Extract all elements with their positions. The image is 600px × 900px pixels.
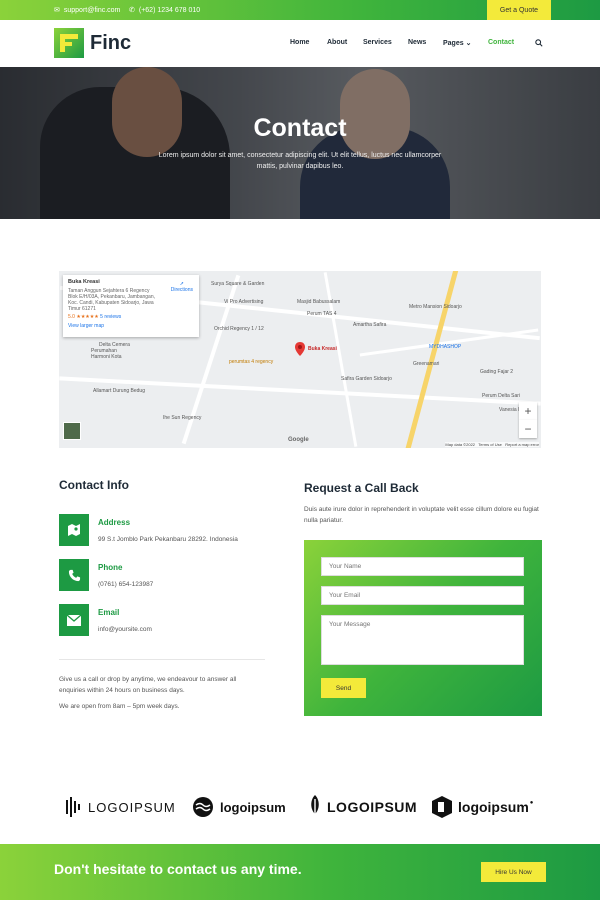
client-logo-2-text: logoipsum: [220, 799, 286, 815]
mail-icon: ✉: [54, 7, 60, 14]
nav-home[interactable]: Home: [290, 39, 309, 46]
site-header: Finc Home About Services News Pages ⌄ Co…: [0, 20, 600, 67]
map-poi: Orchid Regency 1 / 12: [214, 326, 264, 332]
logo-mark-icon: [54, 28, 84, 58]
map-poi: Safira Garden Sidoarjo: [341, 376, 392, 382]
get-quote-button[interactable]: Get a Quote: [487, 0, 551, 20]
callback-description: Duis aute irure dolor in reprehenderit i…: [304, 506, 539, 524]
logo-leaf-icon: [311, 795, 319, 819]
registered-dot: ●: [529, 800, 534, 806]
view-larger-map-link[interactable]: View larger map: [68, 323, 194, 329]
google-map[interactable]: Surya Square & Garden Vi Pro Advertising…: [59, 271, 541, 448]
map-place-rating: 5.0 ★★★★★ 5 reviews: [68, 314, 194, 320]
map-reviews-link[interactable]: 5 reviews: [100, 314, 121, 320]
map-road: [359, 328, 539, 357]
directions-label: Directions: [170, 287, 193, 293]
callback-title: Request a Call Back: [304, 481, 419, 495]
hire-us-button[interactable]: Hire Us Now: [481, 862, 546, 882]
contact-info-title: Contact Info: [59, 478, 129, 492]
map-report-link[interactable]: Report a map error: [505, 442, 539, 447]
zoom-in-button[interactable]: +: [519, 402, 537, 420]
nav-about[interactable]: About: [327, 39, 347, 46]
map-poi: Greenamari: [413, 361, 440, 367]
hero-overlay: [0, 67, 600, 219]
email-label: Email: [98, 608, 120, 617]
client-logos: LOGOIPSUM logoipsum LOGOIPSUM logoipsum ●: [0, 792, 600, 822]
map-satellite-toggle[interactable]: [63, 422, 81, 440]
logo-bars-icon: [66, 797, 80, 817]
nav-news[interactable]: News: [408, 39, 426, 46]
hero-subtitle: Lorem ipsum dolor sit amet, consectetur …: [158, 152, 442, 170]
contact-address: Address 99 S.t Jomblo Park Pekanbaru 282…: [59, 514, 279, 546]
map-poi: Gading Fajar 2: [480, 369, 514, 375]
client-logo-1-text: LOGOIPSUM: [88, 799, 176, 815]
google-logo: Google: [288, 437, 309, 443]
map-marker-icon[interactable]: [295, 342, 305, 356]
hero-banner: Contact Lorem ipsum dolor sit amet, cons…: [0, 67, 600, 219]
map-poi: Vi Pro Advertising: [224, 299, 264, 305]
opening-hours: We are open from 8am – 5pm week days.: [59, 703, 180, 710]
callback-form: Send: [304, 540, 542, 716]
phone-value[interactable]: (0761) 654-123987: [98, 581, 153, 588]
phone-icon: ✆: [129, 7, 135, 14]
address-label: Address: [98, 518, 131, 527]
client-logo-2: logoipsum: [192, 792, 286, 822]
send-button[interactable]: Send: [321, 678, 366, 698]
map-poi: Amartha Safira: [353, 322, 387, 328]
mail-icon: [59, 604, 89, 636]
topbar-phone[interactable]: ✆ (+62) 1234 678 010: [129, 6, 200, 15]
chevron-down-icon: ⌄: [465, 40, 472, 47]
nav-services[interactable]: Services: [363, 39, 392, 46]
cta-text: Don't hesitate to contact us any time.: [54, 861, 302, 877]
client-logo-1: LOGOIPSUM: [66, 792, 176, 822]
brand-name: Finc: [90, 31, 132, 54]
divider: [59, 659, 265, 660]
address-value: 99 S.t Jomblo Park Pekanbaru 28292. Indo…: [98, 536, 238, 543]
page-title: Contact: [253, 114, 347, 142]
map-poi: Ihe Sun Regency: [163, 415, 202, 421]
search-icon[interactable]: [535, 39, 543, 49]
map-poi: Metro Mansion Sidoarjo: [409, 304, 462, 310]
message-input[interactable]: [321, 615, 524, 665]
contact-email: Email info@yoursite.com: [59, 604, 279, 636]
top-bar: ✉ support@finc.com ✆ (+62) 1234 678 010 …: [0, 0, 600, 20]
zoom-out-button[interactable]: −: [519, 420, 537, 438]
cta-banner: Don't hesitate to contact us any time. H…: [0, 844, 600, 900]
phone-label: Phone: [98, 563, 123, 572]
map-directions[interactable]: ➚ Directions: [171, 281, 193, 293]
map-poi: Perum Delta Sari: [482, 393, 521, 399]
map-poi: perumtas 4 regency: [229, 359, 274, 365]
client-logo-4: logoipsum ●: [432, 792, 533, 822]
map-poi: Perum TAS 4: [307, 311, 337, 317]
nav-contact[interactable]: Contact: [488, 39, 514, 46]
topbar-email[interactable]: ✉ support@finc.com: [54, 6, 120, 15]
client-logo-3: LOGOIPSUM: [309, 792, 417, 822]
map-marker-label: Buka Kreasi: [308, 346, 337, 352]
logo-waves-icon: [193, 797, 213, 817]
map-rating-value: 5.0 ★★★★★: [68, 314, 99, 320]
map-place-address: Taman Anggun Sejahtera 6 Regency Blok E/…: [68, 288, 155, 312]
name-input[interactable]: [321, 557, 524, 576]
map-icon: [59, 514, 89, 546]
logo-hexagon-icon: [432, 796, 452, 818]
map-place-card: Buka Kreasi Taman Anggun Sejahtera 6 Reg…: [63, 275, 199, 337]
map-data-label: Map data ©2022: [445, 442, 476, 447]
map-poi: Allamart Durung Bedug: [93, 388, 145, 394]
contact-note: Give us a call or drop by anytime, we en…: [59, 676, 237, 694]
brand-logo[interactable]: Finc: [54, 28, 131, 58]
map-terms-link[interactable]: Terms of Use: [478, 442, 502, 447]
email-input[interactable]: [321, 586, 524, 605]
map-poi: Perumahan Harmoni Kota: [91, 348, 122, 360]
nav-pages[interactable]: Pages ⌄: [443, 39, 471, 47]
map-footer-links: Map data ©2022 Terms of Use Report a map…: [445, 442, 539, 447]
contact-phone: Phone (0761) 654-123987: [59, 559, 279, 591]
email-value[interactable]: info@yoursite.com: [98, 626, 152, 633]
phone-icon: [59, 559, 89, 591]
client-logo-4-text: logoipsum: [458, 799, 529, 815]
client-logo-3-text: LOGOIPSUM: [327, 799, 418, 815]
map-poi: Masjid Babussalam: [297, 299, 341, 305]
map-poi: MYDHASHOP: [429, 344, 462, 350]
map-highway: [403, 271, 460, 448]
map-poi: Surya Square & Garden: [211, 281, 265, 287]
